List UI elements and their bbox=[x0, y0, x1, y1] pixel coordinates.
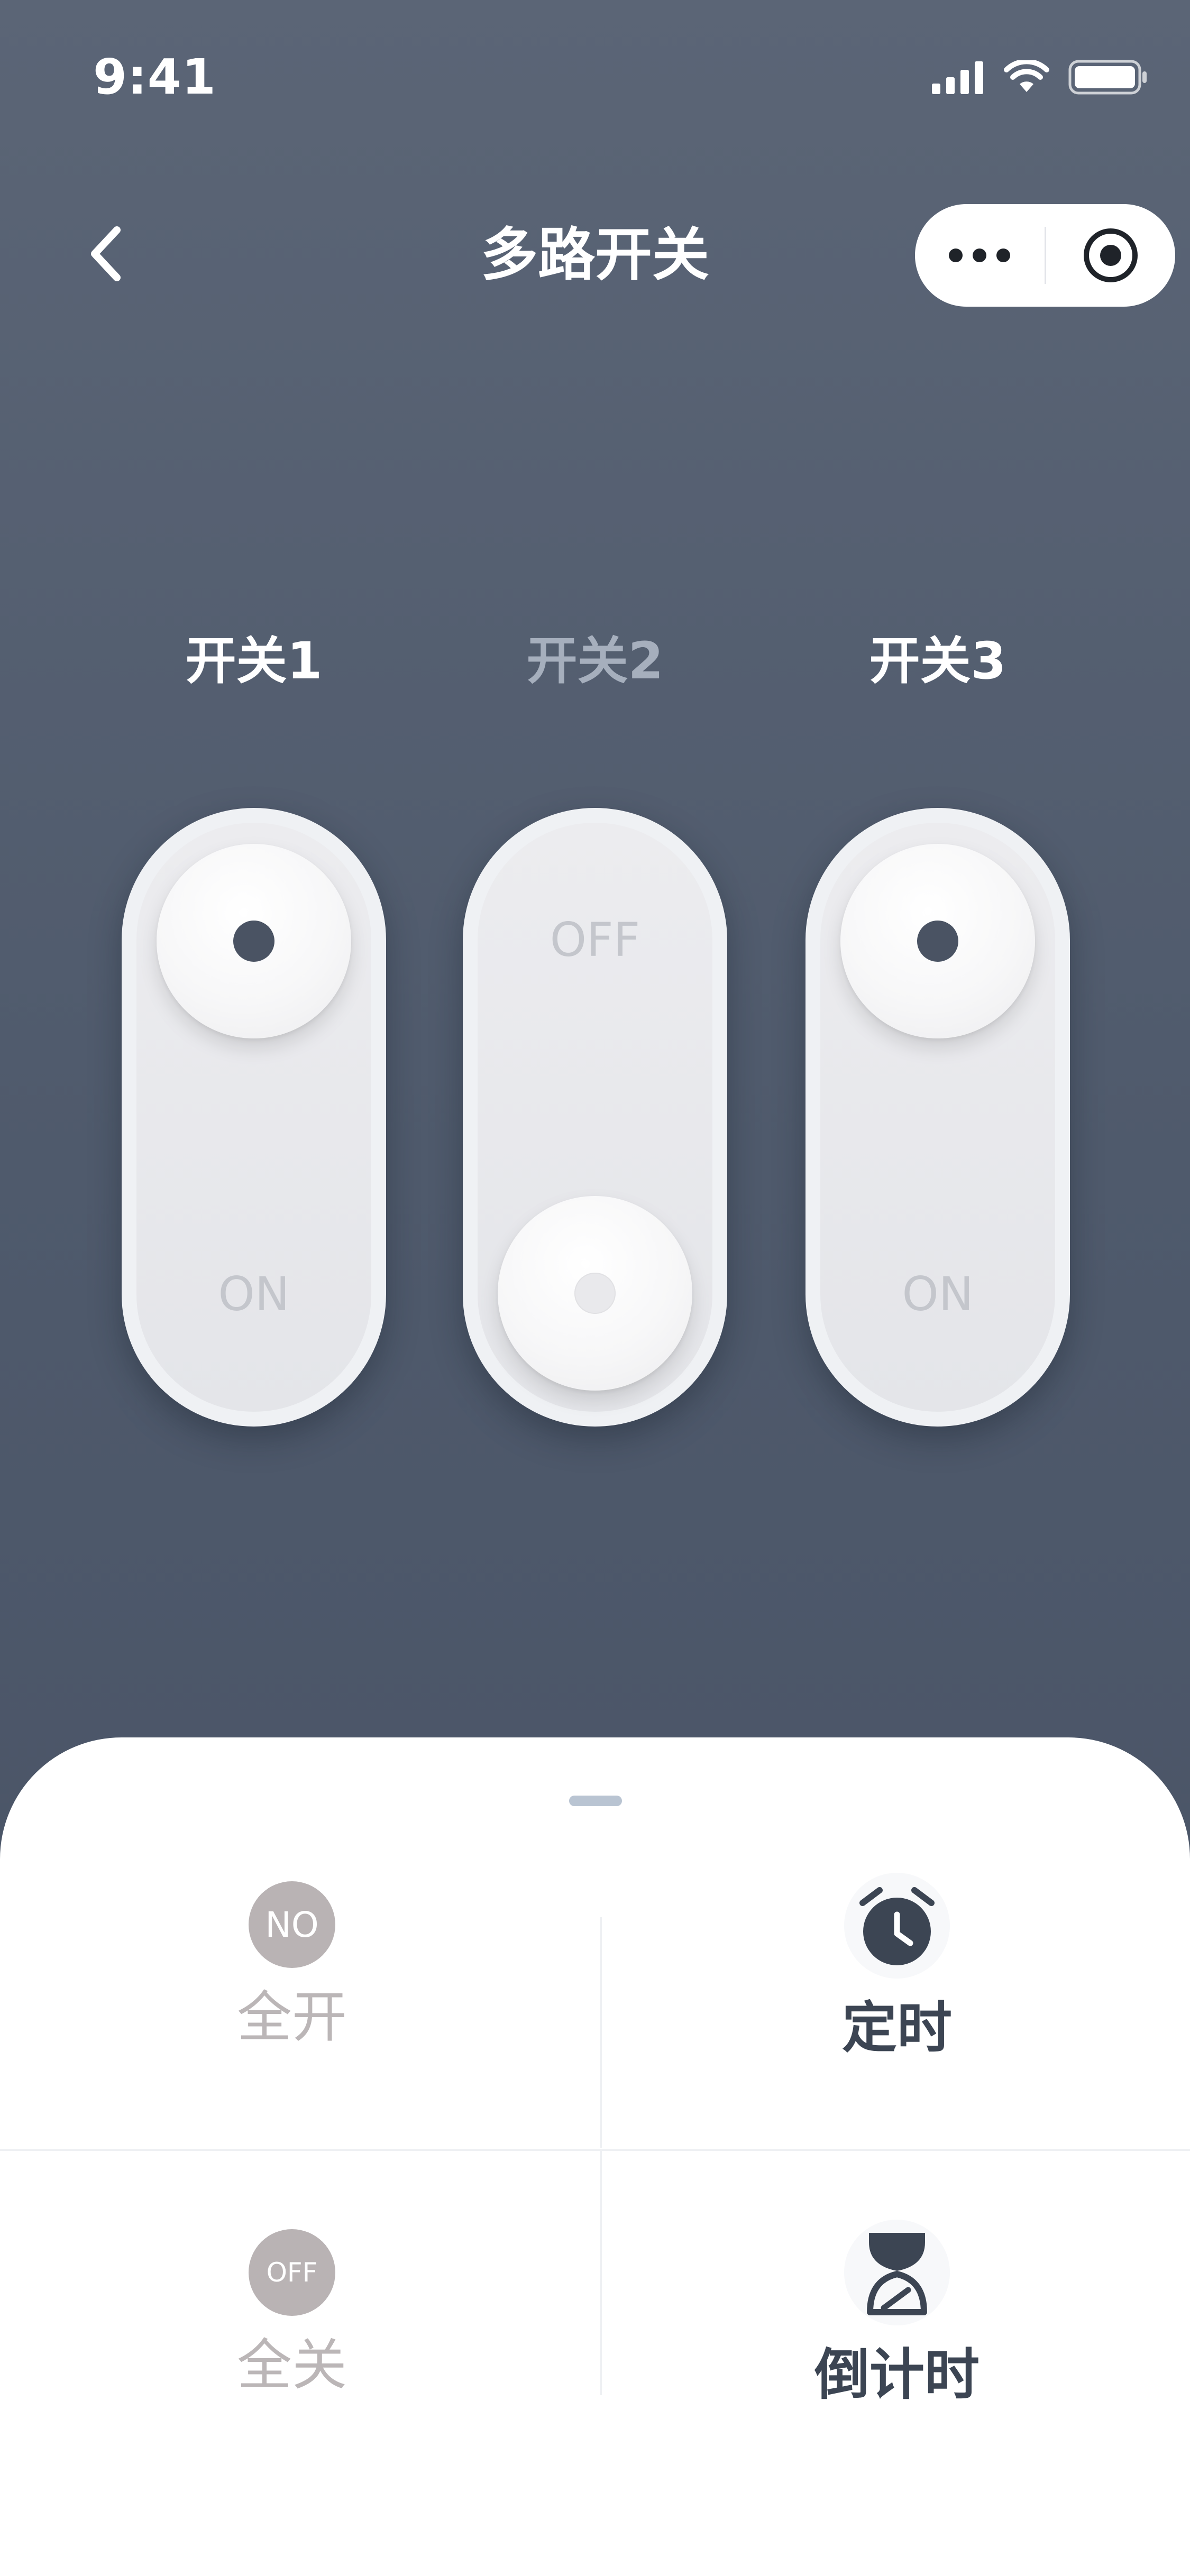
knob-dot bbox=[574, 1273, 616, 1314]
all-on-badge: NO bbox=[249, 1881, 335, 1968]
switch-knob[interactable] bbox=[157, 844, 351, 1038]
close-button[interactable] bbox=[1046, 204, 1176, 307]
switch-label: 开关1 bbox=[185, 631, 323, 691]
timer-icon-wrap bbox=[844, 1873, 950, 1979]
switch-knob[interactable] bbox=[498, 1196, 692, 1391]
switch-label: 开关2 bbox=[526, 631, 664, 691]
sheet-divider bbox=[600, 2151, 602, 2395]
all-off-label: 全关 bbox=[236, 2333, 347, 2397]
status-icons bbox=[932, 55, 1148, 99]
knob-dot bbox=[917, 921, 958, 962]
sheet-handle[interactable] bbox=[569, 1796, 622, 1806]
switch-2: 开关2 OFF bbox=[463, 624, 727, 1427]
all-on-button[interactable]: NO 全开 bbox=[54, 1881, 530, 2057]
switch-toggle[interactable]: ON bbox=[805, 808, 1070, 1427]
countdown-button[interactable]: 倒计时 bbox=[659, 2220, 1135, 2414]
knob-dot bbox=[233, 921, 274, 962]
switch-state-text: ON bbox=[902, 1267, 974, 1321]
battery-icon bbox=[1068, 60, 1147, 95]
all-off-badge: OFF bbox=[249, 2229, 335, 2316]
sheet-divider bbox=[600, 1917, 602, 2148]
screen: 9:41 多路开关 开关1 ON 开关2 OFF 开关3 ON NO 全开 定时… bbox=[0, 0, 1190, 2576]
timer-button[interactable]: 定时 bbox=[659, 1873, 1135, 2067]
sheet-divider bbox=[0, 2149, 1190, 2151]
status-time: 9:41 bbox=[93, 49, 216, 105]
switch-1: 开关1 ON bbox=[122, 624, 386, 1427]
bottom-sheet: NO 全开 定时 OFF 全关 倒计时 bbox=[0, 1737, 1190, 2576]
switch-3: 开关3 ON bbox=[805, 624, 1070, 1427]
target-circle-icon bbox=[1083, 228, 1138, 282]
wifi-icon bbox=[1004, 60, 1049, 92]
alarm-clock-icon bbox=[859, 1887, 935, 1965]
switch-label: 开关3 bbox=[869, 631, 1006, 691]
more-dots-icon bbox=[949, 249, 1011, 262]
countdown-icon-wrap bbox=[844, 2220, 950, 2325]
all-on-label: 全开 bbox=[236, 1985, 347, 2049]
timer-label: 定时 bbox=[841, 1995, 952, 2060]
switch-knob[interactable] bbox=[840, 844, 1035, 1038]
more-button[interactable] bbox=[915, 204, 1045, 307]
all-off-button[interactable]: OFF 全关 bbox=[54, 2229, 530, 2405]
mini-program-capsule bbox=[915, 204, 1175, 307]
switch-toggle[interactable]: OFF bbox=[463, 808, 727, 1427]
switch-state-text: OFF bbox=[550, 913, 640, 967]
signal-icon bbox=[932, 61, 983, 94]
switch-toggle[interactable]: ON bbox=[122, 808, 386, 1427]
hourglass-icon bbox=[867, 2233, 927, 2315]
switch-state-text: ON bbox=[218, 1267, 290, 1321]
countdown-label: 倒计时 bbox=[814, 2342, 980, 2407]
